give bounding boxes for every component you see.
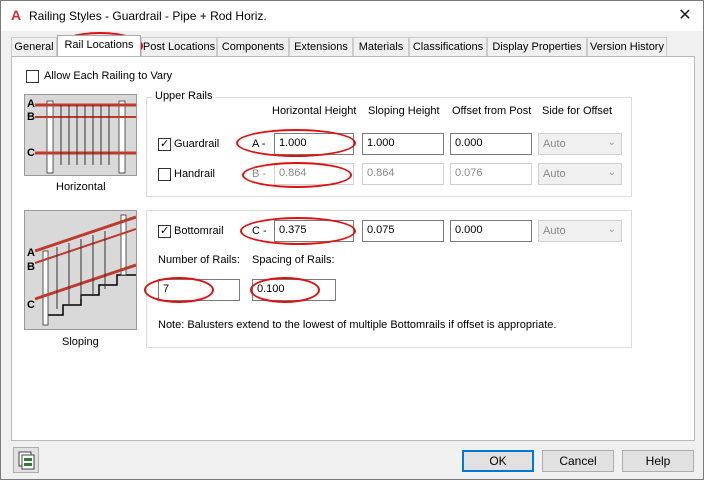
bottomrail-side-value: Auto — [543, 225, 566, 237]
tab-display-properties[interactable]: Display Properties — [487, 37, 587, 56]
chevron-down-icon: ⌄ — [607, 167, 616, 178]
tab-materials[interactable]: Materials — [353, 37, 409, 56]
tab-extensions[interactable]: Extensions — [289, 37, 353, 56]
spacing-of-rails-input[interactable]: 0.100 — [252, 279, 336, 301]
bottomrail-prefix: C - — [252, 225, 267, 237]
tab-rail-locations[interactable]: Rail Locations — [57, 35, 141, 56]
balusters-note: Note: Balusters extend to the lowest of … — [158, 319, 557, 331]
style-manager-icon — [18, 451, 35, 470]
dialog-window: A Railing Styles - Guardrail - Pipe + Ro… — [0, 0, 704, 480]
sloping-railing-illustration: A B C — [24, 210, 137, 330]
window-title: Railing Styles - Guardrail - Pipe + Rod … — [29, 9, 267, 23]
allow-vary-label: Allow Each Railing to Vary — [44, 70, 173, 82]
illus-letter-b: B — [27, 111, 35, 123]
horizontal-railing-illustration: A B C — [24, 94, 137, 176]
sloping-caption: Sloping — [62, 336, 99, 348]
style-manager-button[interactable] — [13, 447, 39, 473]
guardrail-sloping-height-input[interactable]: 1.000 — [362, 133, 444, 155]
illus-sloping-letter-b: B — [27, 261, 35, 273]
spacing-of-rails-label: Spacing of Rails: — [252, 254, 335, 266]
close-icon[interactable]: ✕ — [673, 5, 697, 27]
guardrail-checkbox[interactable] — [158, 137, 171, 151]
tab-general[interactable]: General — [11, 37, 57, 56]
tab-version-history[interactable]: Version History — [587, 37, 667, 56]
app-logo-icon: A — [10, 7, 22, 23]
handrail-label: Handrail — [174, 168, 215, 180]
bottomrail-sloping-height-input[interactable]: 0.075 — [362, 220, 444, 242]
tab-classifications[interactable]: Classifications — [409, 37, 487, 56]
guardrail-side-value: Auto — [543, 138, 566, 150]
handrail-side-select[interactable]: Auto ⌄ — [538, 163, 622, 185]
bottomrail-side-select[interactable]: Auto ⌄ — [538, 220, 622, 242]
cancel-button[interactable]: Cancel — [542, 450, 614, 472]
handrail-sloping-height-input[interactable]: 0.864 — [362, 163, 444, 185]
ok-button[interactable]: OK — [462, 450, 534, 472]
help-button[interactable]: Help — [622, 450, 694, 472]
allow-vary-checkbox[interactable] — [26, 70, 39, 83]
bottomrail-offset-input[interactable]: 0.000 — [450, 220, 532, 242]
illus-letter-c: C — [27, 147, 35, 159]
col-horizontal-height: Horizontal Height — [272, 105, 357, 117]
rail-locations-panel: Allow Each Railing to Vary A B C Horizon… — [11, 56, 695, 441]
title-bar: A Railing Styles - Guardrail - Pipe + Ro… — [1, 1, 703, 31]
tab-components[interactable]: Components — [217, 37, 289, 56]
illus-sloping-letter-a: A — [27, 247, 35, 259]
illus-letter-a: A — [27, 98, 35, 110]
chevron-down-icon: ⌄ — [607, 137, 616, 148]
bottomrail-label: Bottomrail — [174, 225, 224, 237]
number-of-rails-label: Number of Rails: — [158, 254, 240, 266]
handrail-horizontal-height-input[interactable]: 0.864 — [274, 163, 354, 185]
handrail-prefix: B - — [252, 168, 267, 180]
upper-rails-group-label: Upper Rails — [152, 90, 216, 102]
bottomrail-horizontal-height-input[interactable]: 0.375 — [274, 220, 354, 242]
col-offset-from-post: Offset from Post — [452, 105, 532, 117]
guardrail-side-select[interactable]: Auto ⌄ — [538, 133, 622, 155]
handrail-offset-input[interactable]: 0.076 — [450, 163, 532, 185]
guardrail-horizontal-height-input[interactable]: 1.000 — [274, 133, 354, 155]
col-side-for-offset: Side for Offset — [542, 105, 613, 117]
illus-sloping-letter-c: C — [27, 299, 35, 311]
horizontal-caption: Horizontal — [56, 181, 106, 193]
chevron-down-icon: ⌄ — [607, 224, 616, 235]
tab-post-locations[interactable]: Post Locations — [141, 37, 217, 56]
handrail-side-value: Auto — [543, 168, 566, 180]
guardrail-label: Guardrail — [174, 138, 220, 150]
col-sloping-height: Sloping Height — [368, 105, 440, 117]
bottomrail-checkbox[interactable] — [158, 224, 171, 238]
number-of-rails-input[interactable]: 7 — [158, 279, 240, 301]
guardrail-offset-input[interactable]: 0.000 — [450, 133, 532, 155]
guardrail-prefix: A - — [252, 138, 266, 150]
handrail-checkbox[interactable] — [158, 168, 171, 181]
